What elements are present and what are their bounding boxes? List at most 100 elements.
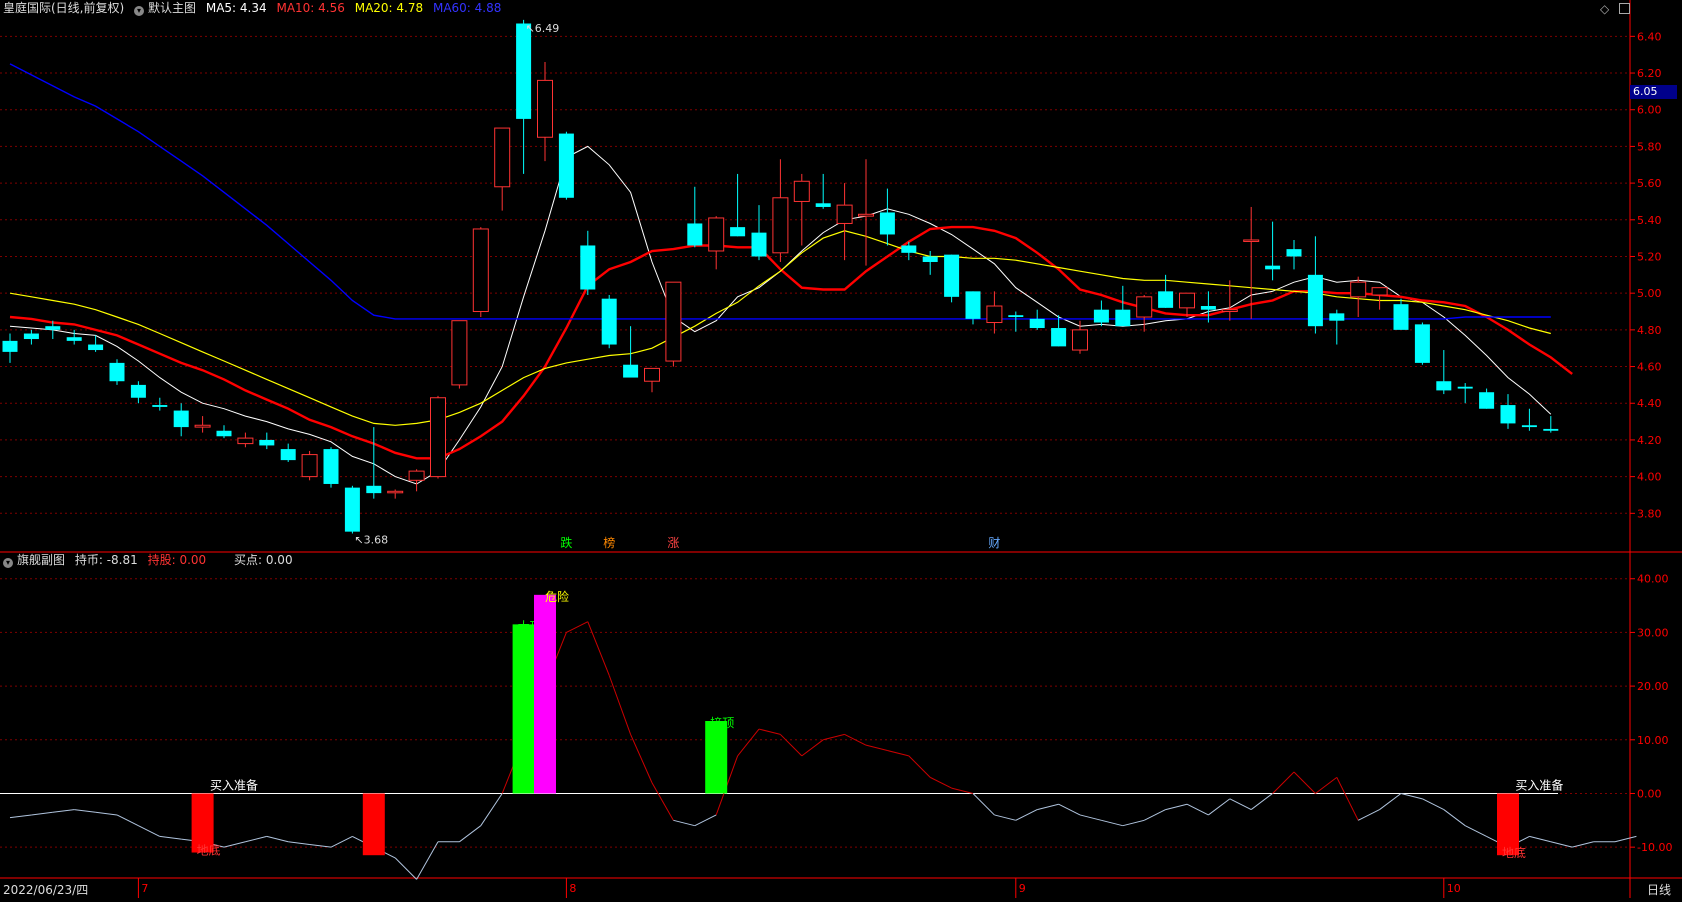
candle[interactable] [1286,249,1302,257]
settings-icon[interactable]: ▾ [3,558,13,568]
candle[interactable] [1200,306,1216,310]
candle[interactable] [66,337,82,341]
candle[interactable] [1158,291,1174,308]
candle[interactable] [1414,324,1430,363]
signal-bar[interactable] [705,721,728,794]
candle[interactable] [1371,287,1388,296]
candle[interactable] [687,223,703,246]
candle[interactable] [408,470,425,481]
candle[interactable] [280,449,296,461]
candle[interactable] [537,79,553,138]
candle[interactable] [23,333,39,340]
indicator-segment [116,814,139,827]
settings-icon[interactable]: ▾ [134,6,145,16]
candle[interactable] [1243,239,1260,242]
candle[interactable] [173,410,189,428]
indicator-segment [480,793,503,826]
candle[interactable] [1093,309,1109,323]
candle[interactable] [45,326,61,330]
candle[interactable] [1029,318,1045,329]
candle[interactable] [901,245,917,253]
candle[interactable] [1008,315,1024,318]
candle[interactable] [430,397,446,478]
candle[interactable] [1500,405,1516,424]
candle[interactable] [708,217,725,252]
indicator-segment [1550,841,1573,848]
candle[interactable] [1179,292,1195,309]
candle[interactable] [751,232,767,257]
signal-bar[interactable] [362,793,385,856]
candle[interactable] [516,23,532,119]
candle[interactable] [1051,328,1067,347]
candle[interactable] [730,227,746,237]
candle[interactable] [1265,265,1281,270]
indicator-segment [651,782,674,821]
indicator-segment [608,675,632,735]
candle[interactable] [494,127,511,188]
candle[interactable] [1115,309,1131,327]
candle[interactable] [815,203,831,207]
candle[interactable] [922,256,938,262]
candle[interactable] [451,320,468,386]
chart-canvas[interactable]: 6.40 6.20 6.00 5.80 5.60 5.40 5.20 5.00 4.80 4.60… [0,0,1682,898]
y-tick-label: 5.40 [1637,214,1662,227]
chart-stage[interactable]: 6.40 6.20 6.00 5.80 5.60 5.40 5.20 5.00 4.80 4.60… [0,0,1682,898]
candle[interactable] [623,364,639,378]
candle[interactable] [793,180,810,202]
candle[interactable] [879,212,895,235]
candle[interactable] [301,454,318,478]
candle[interactable] [772,197,789,254]
candle[interactable] [152,405,168,407]
candle[interactable] [1479,392,1495,409]
period-label[interactable]: 日线 [1647,881,1671,898]
indicator-segment [737,728,760,757]
diamond-icon[interactable]: ◇ [1600,2,1609,16]
candle[interactable] [858,213,874,217]
candle[interactable] [1329,313,1345,321]
candle[interactable] [237,437,254,445]
candle[interactable] [1307,274,1323,327]
candle[interactable] [644,367,660,382]
candle[interactable] [601,298,617,345]
candle[interactable] [1457,386,1473,389]
candle[interactable] [1072,329,1088,351]
candle[interactable] [944,254,960,297]
hold-stock-value: 持股: 0.00 [147,553,207,567]
candle[interactable] [1221,309,1238,313]
candle[interactable] [836,204,853,224]
candle[interactable] [558,133,574,198]
candle[interactable] [1436,381,1452,391]
candle[interactable] [986,305,1003,324]
candle[interactable] [109,362,125,382]
candle[interactable] [472,228,489,313]
candle[interactable] [1136,296,1153,318]
candle[interactable] [216,430,232,437]
candle[interactable] [1521,425,1537,428]
candle[interactable] [1393,304,1409,330]
candle[interactable] [130,384,146,398]
x-tick-label: 9 [1019,882,1026,895]
candle[interactable] [88,344,104,351]
candle[interactable] [194,424,211,428]
candle[interactable] [1543,428,1559,431]
square-icon[interactable] [1619,3,1631,14]
candle[interactable] [323,449,339,484]
candle[interactable] [965,291,981,319]
main-chart-label[interactable]: 默认主图 [148,1,196,15]
signal-bar[interactable] [512,624,535,794]
candle[interactable] [1350,281,1367,298]
candle[interactable] [387,490,404,494]
candle[interactable] [665,281,682,362]
stock-name[interactable]: 皇庭国际(日线,前复权) [3,1,124,15]
candle[interactable] [366,485,382,494]
indicator-segment [9,814,32,819]
candle[interactable] [2,340,18,352]
y-tick-label: -10.00 [1637,841,1672,854]
indicator-segment [694,814,717,827]
candle[interactable] [344,487,360,532]
y-tick-label: 10.00 [1637,734,1669,747]
signal-bar[interactable] [534,594,556,794]
sub-chart-label[interactable]: 旗舰副图 [17,553,65,567]
candle[interactable] [580,245,596,290]
candle[interactable] [259,439,275,446]
